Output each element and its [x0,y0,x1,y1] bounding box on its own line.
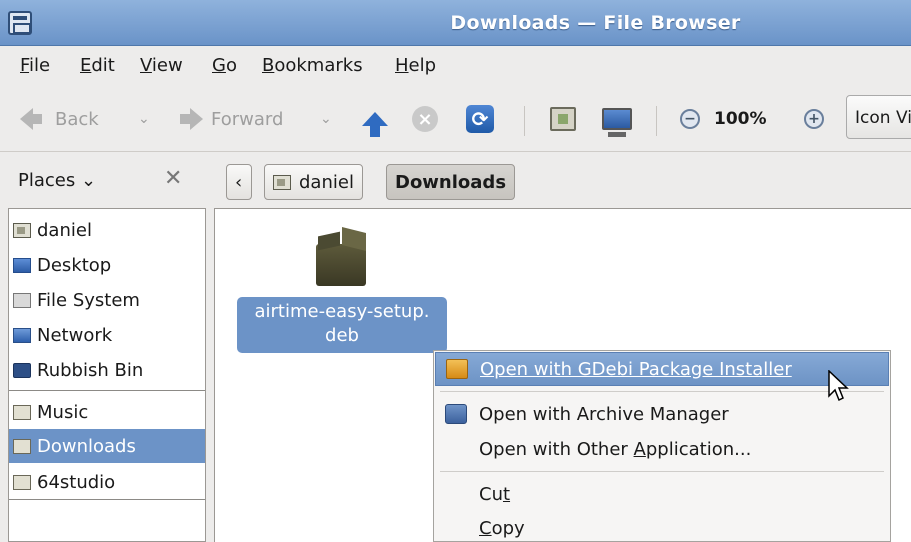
back-label: Back [55,108,99,130]
reload-button[interactable]: ⟳ [466,104,494,134]
title-bar: Downloads — File Browser [0,0,911,46]
view-mode-select[interactable]: Icon View [846,95,911,139]
menu-item-cut[interactable]: Cu t [435,477,889,511]
close-sidebar-icon[interactable]: ✕ [164,166,182,191]
folder-icon [13,404,31,420]
sidebar-item-64studio[interactable]: 64studio [9,465,205,499]
sidebar-item-desktop[interactable]: Desktop [9,248,205,282]
folder-icon [13,438,31,454]
reload-icon: ⟳ [466,105,494,133]
forward-arrow-icon [180,108,203,130]
places-dropdown[interactable]: Places ⌄ [18,170,96,191]
back-button[interactable]: Back [20,104,99,134]
sidebar-divider [9,390,205,391]
toolbar: Back ⌄ Forward ⌄ × ⟳ − 100% + [0,86,911,152]
sidebar-item-rubbish-bin[interactable]: Rubbish Bin [9,353,205,387]
folder-icon [13,474,31,490]
menu-help[interactable]: Help [395,55,436,76]
location-bar: Places ⌄ ✕ ‹ daniel Downloads [0,152,911,208]
trash-icon [13,362,31,378]
desktop-icon [13,257,31,273]
window-title: Downloads — File Browser [450,12,741,34]
gdebi-icon [446,359,468,379]
chevron-down-icon: ⌄ [320,111,332,127]
context-menu: Open with GDebi Package Installer Open w… [433,350,891,542]
menu-view[interactable]: View [140,55,183,76]
path-scroll-left-button[interactable]: ‹ [226,164,252,200]
menu-go[interactable]: Go [212,55,237,76]
back-history-dropdown[interactable]: ⌄ [138,104,150,134]
zoom-in-icon: + [804,109,824,129]
sidebar-divider [9,499,205,500]
file-name-label[interactable]: airtime-easy-setup. deb [237,297,447,353]
sidebar-item-music[interactable]: Music [9,395,205,429]
menu-edit[interactable]: Edit [80,55,115,76]
zoom-out-button[interactable]: − [680,104,700,134]
chevron-down-icon: ⌄ [138,111,150,127]
mouse-cursor-icon [828,370,849,402]
menu-separator [440,471,884,472]
home-folder-icon [13,222,31,238]
home-button[interactable] [550,104,576,134]
menu-bar: File Edit View Go Bookmarks Help [0,46,911,86]
stop-icon: × [412,106,438,132]
computer-icon [602,108,632,137]
zoom-in-button[interactable]: + [804,104,824,134]
sidebar-item-file-system[interactable]: File System [9,283,205,317]
computer-button[interactable] [602,104,632,137]
menu-separator [440,391,884,392]
sidebar-item-daniel[interactable]: daniel [9,213,205,247]
toolbar-separator [656,106,657,136]
menu-item-copy[interactable]: Copy [435,511,889,542]
up-button[interactable] [362,104,388,137]
home-folder-icon [273,174,291,190]
package-icon[interactable] [316,227,370,286]
breadcrumb-downloads[interactable]: Downloads [386,164,516,200]
sidebar-item-network[interactable]: Network [9,318,205,352]
archive-manager-icon [445,404,467,424]
sidebar-item-downloads[interactable]: Downloads [9,429,205,463]
menu-file[interactable]: File [20,55,50,76]
forward-history-dropdown[interactable]: ⌄ [320,104,332,134]
back-arrow-icon [20,108,42,130]
menu-item-open-other-application[interactable]: Open with Other Application... [435,432,889,466]
breadcrumb-daniel[interactable]: daniel [264,164,363,200]
menu-bookmarks[interactable]: Bookmarks [262,55,363,76]
forward-label: Forward [211,108,284,130]
zoom-out-icon: − [680,109,700,129]
stop-button[interactable]: × [412,104,438,134]
chevron-left-icon: ‹ [235,171,243,193]
drive-icon [13,292,31,308]
up-arrow-icon [362,112,388,137]
menu-item-open-archive-manager[interactable]: Open with Archive Manager [435,397,889,431]
home-folder-icon [550,107,576,131]
toolbar-separator [524,106,525,136]
zoom-level[interactable]: 100% [714,104,767,134]
menu-item-open-gdebi[interactable]: Open with GDebi Package Installer [435,352,889,386]
forward-button[interactable]: Forward [180,104,283,134]
chevron-down-icon: ⌄ [80,170,97,191]
network-icon [13,327,31,343]
places-sidebar: daniel Desktop File System Network Rubbi… [8,208,206,542]
